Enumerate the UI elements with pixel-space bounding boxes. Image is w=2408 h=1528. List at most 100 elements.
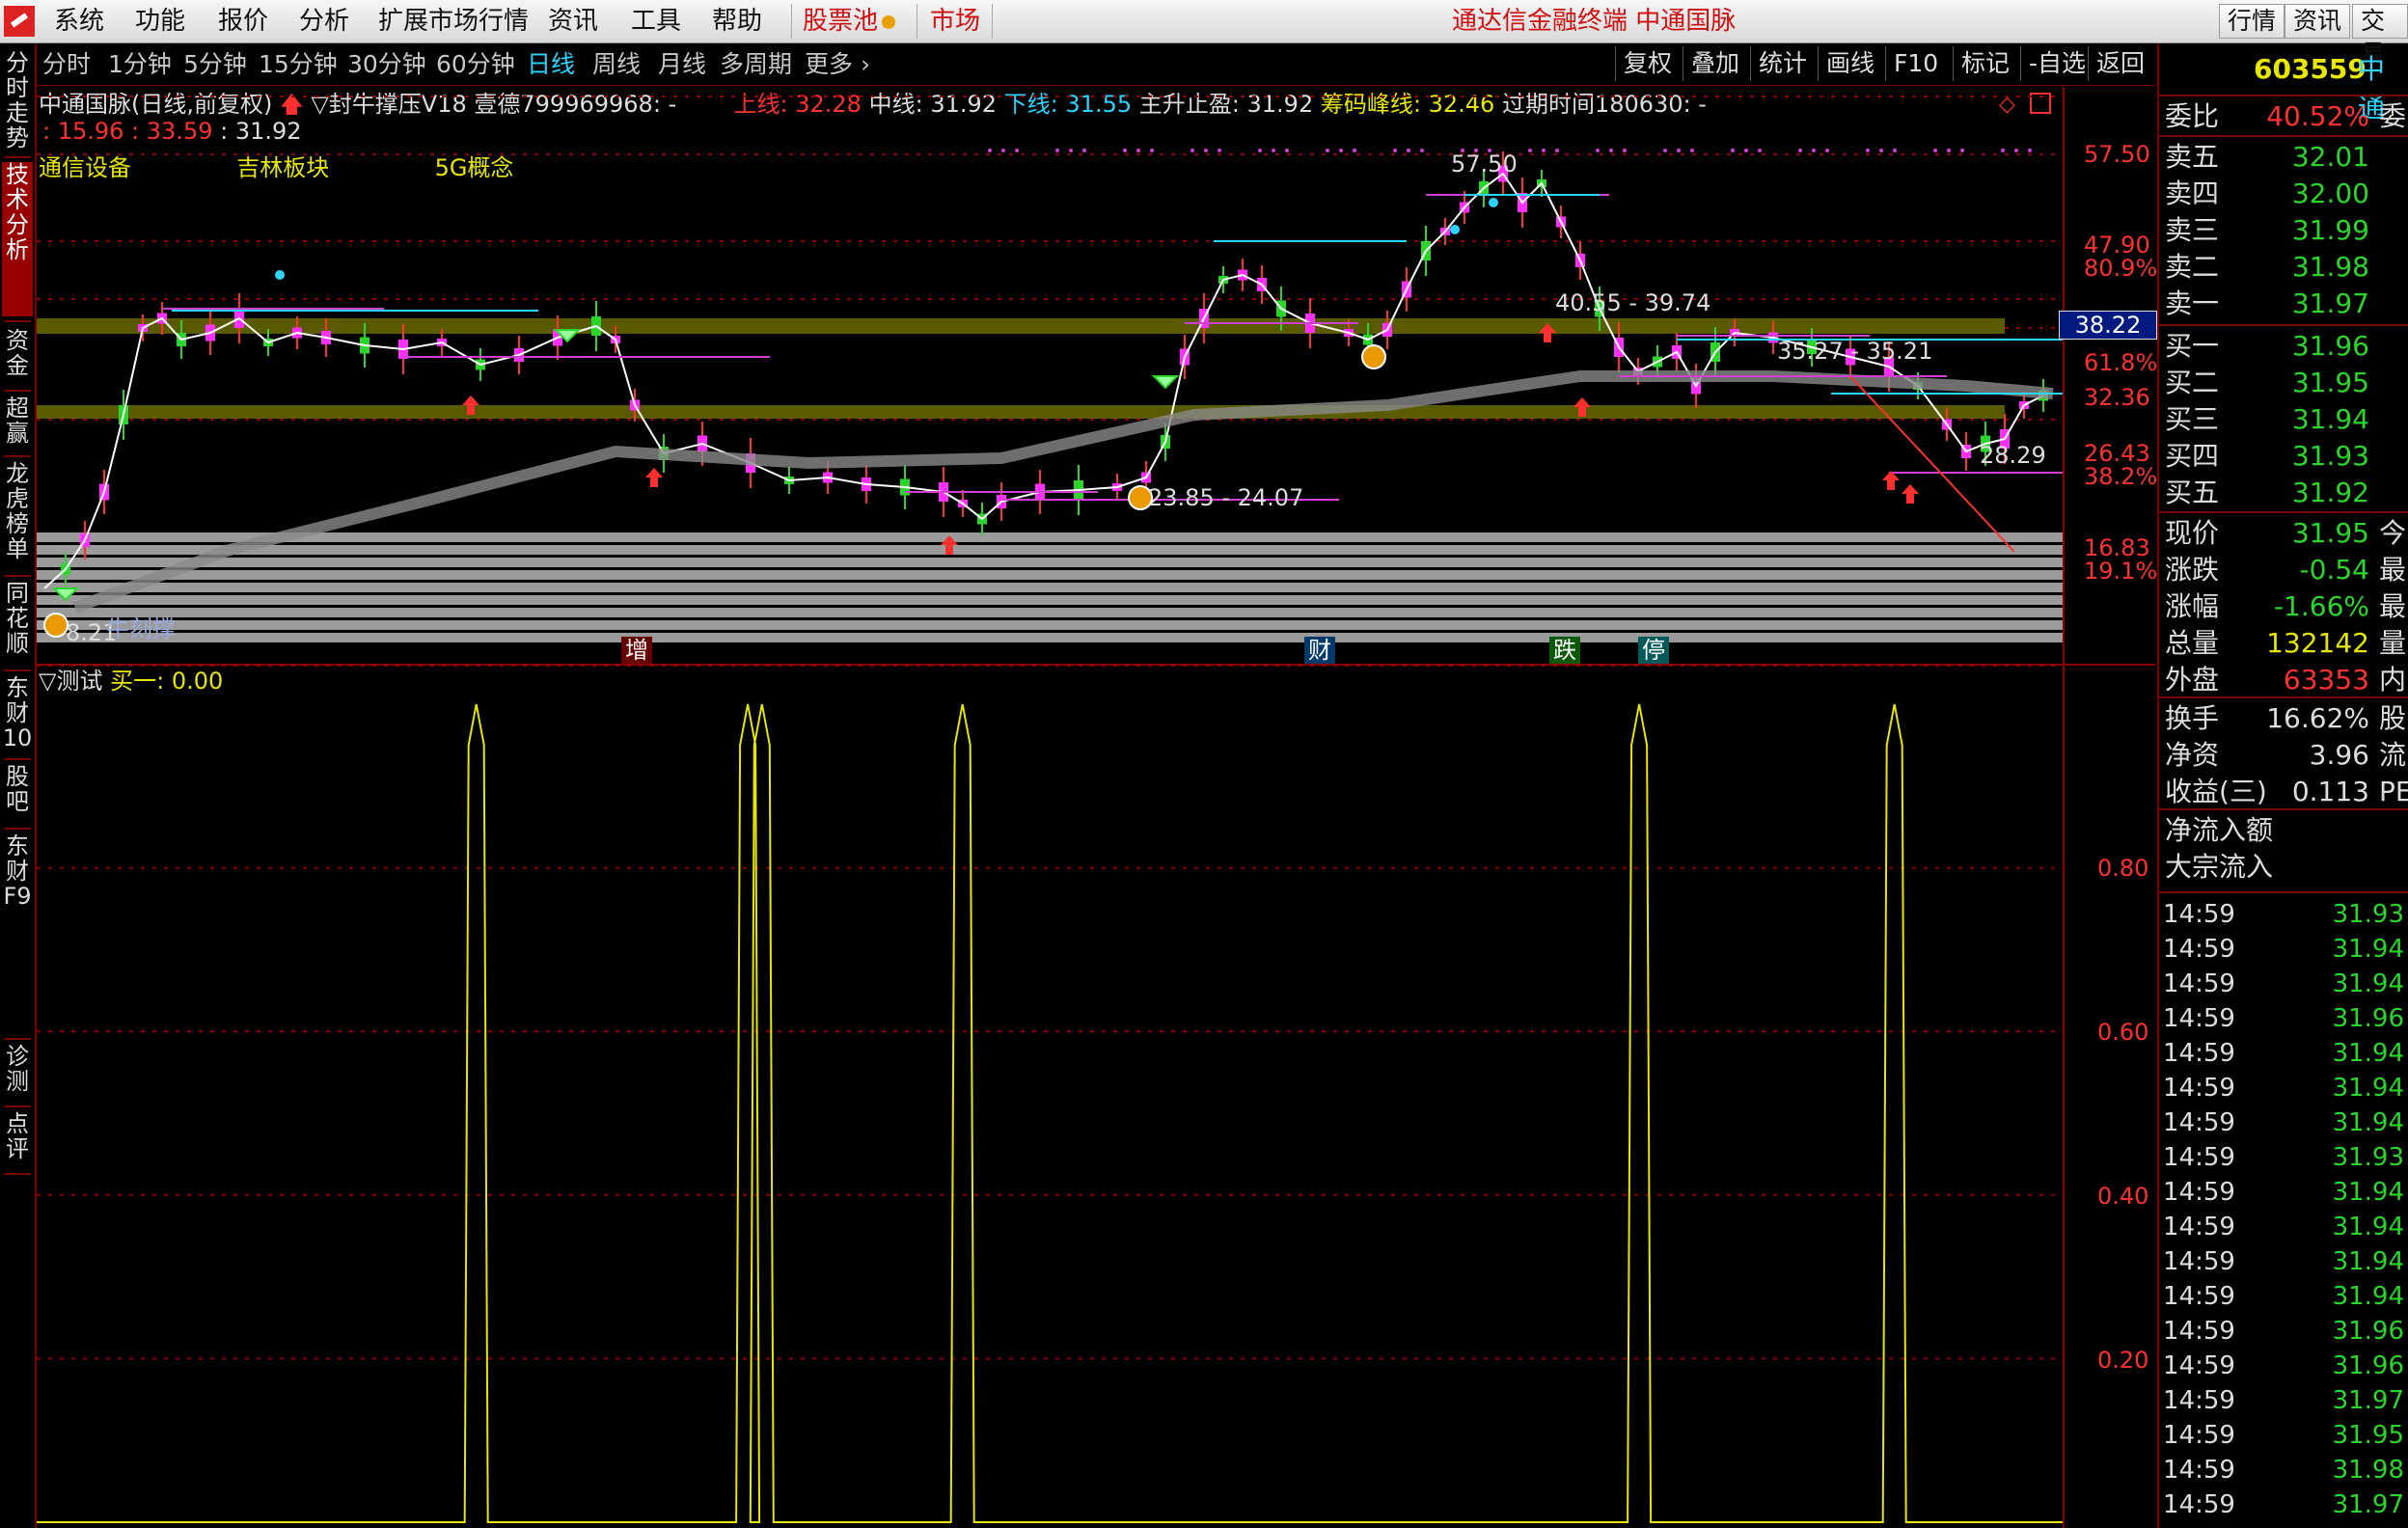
menu-quote[interactable]: 报价 [218,0,268,42]
stat-row-tail: 股 [2379,702,2407,734]
stat-row-label: 涨幅 [2165,590,2220,622]
price-axis-label: 19.1% [2084,558,2158,585]
period-intraday[interactable]: 分时 [42,44,91,85]
button-watchlist[interactable]: -自选 [2020,46,2093,81]
period-5min[interactable]: 5分钟 [183,44,247,85]
button-quotes[interactable]: 行情 [2219,4,2285,39]
bid-row-label: 买一 [2165,330,2220,362]
tab-diagnose[interactable]: 诊测 [2,1044,33,1098]
period-more[interactable]: 更多 › [805,44,870,85]
signal-dot [1663,149,1667,152]
menu-system[interactable]: 系统 [54,0,104,42]
signal-dot [988,149,992,152]
period-more-label: 更多 [805,50,854,78]
price-axis-label: 32.36 [2084,384,2150,411]
button-back[interactable]: 返回 [2088,46,2152,81]
menu-news[interactable]: 资讯 [548,0,598,42]
tab-separator [4,1173,31,1175]
period-multi[interactable]: 多周期 [720,44,792,85]
button-overlay[interactable]: 叠加 [1683,46,1747,81]
button-stats[interactable]: 统计 [1750,46,1815,81]
menu-tools[interactable]: 工具 [631,0,681,42]
ask-row-value: 31.99 [2291,214,2369,246]
period-30min[interactable]: 30分钟 [347,44,426,85]
menu-extended-market[interactable]: 扩展市场行情 [378,0,529,42]
sub-indicator-chart[interactable] [37,666,2155,1528]
tick-row: 14:59 31.96 [2159,1349,2408,1383]
menu-function[interactable]: 功能 [135,0,185,42]
menu-stock-pool[interactable]: 股票池 [803,0,896,42]
button-draw[interactable]: 画线 [1818,46,1882,81]
button-mark[interactable]: 标记 [1953,46,2017,81]
ask-row-value: 31.98 [2291,251,2369,283]
tab-dragon-tiger[interactable]: 龙虎榜单 [2,461,33,561]
panel-divider [2159,808,2408,810]
tick-row: 14:59 31.94 [2159,1279,2408,1314]
block-inflow-label: 大宗流入 [2165,851,2274,883]
period-1min[interactable]: 1分钟 [108,44,172,85]
app-logo-icon [4,6,35,37]
event-tag[interactable]: 财 [1304,637,1335,664]
tick-price: 31.94 [2332,1213,2404,1242]
period-15min[interactable]: 15分钟 [259,44,338,85]
chip-band [37,545,2063,555]
period-daily[interactable]: 日线 [527,44,575,85]
tick-row: 14:59 31.97 [2159,1383,2408,1418]
tab-eastmoney-f9[interactable]: 东财F9 [2,833,33,909]
event-tag[interactable]: 增 [621,637,652,664]
bid-row: 买三 31.94 [2159,401,2408,437]
tab-ths[interactable]: 同花顺 [2,581,33,658]
period-60min[interactable]: 60分钟 [436,44,515,85]
stat-row: 换手 16.62% 股 [2159,700,2408,736]
signal-dot [2014,149,2018,152]
panel-divider [2159,696,2408,698]
tab-guba[interactable]: 股吧 [2,764,33,818]
cyan-diamond-icon [1450,225,1460,234]
stat-row: 总量 132142 量 [2159,625,2408,661]
signal-dot [1123,149,1127,152]
signal-dot [1528,149,1532,152]
stat-row-value: -0.54 [2299,554,2369,586]
period-weekly[interactable]: 周线 [592,44,641,85]
weibi-label: 委比 [2165,100,2220,132]
button-rights[interactable]: 复权 [1615,46,1680,81]
period-monthly[interactable]: 月线 [658,44,706,85]
low-price-label: 28.29 [1980,442,2046,469]
tab-intraday[interactable]: 分时走势 [2,50,33,150]
event-tag[interactable]: 跌 [1549,637,1580,664]
tick-row: 14:59 31.94 [2159,1036,2408,1071]
button-trade[interactable]: 交易 [2352,4,2408,68]
tab-eastmoney-10[interactable]: 东财10 [2,675,33,750]
signal-dot [1812,149,1816,152]
tab-capital[interactable]: 资金 [2,328,33,382]
sub-axis-label: 0.40 [2097,1183,2149,1210]
tick-time: 14:59 [2163,1421,2235,1450]
kline-chart[interactable] [37,87,2155,667]
tab-technical[interactable]: 技术分析 [2,162,33,316]
ask-row-value: 31.97 [2291,287,2369,319]
menu-market[interactable]: 市场 [930,0,980,42]
tab-separator [4,575,31,577]
button-news[interactable]: 资讯 [2285,4,2351,39]
sub-axis-label: 0.80 [2097,855,2149,882]
bid-row-label: 买二 [2165,367,2220,398]
tab-comment[interactable]: 点评 [2,1111,33,1165]
stat-row: 外盘 63353 内 [2159,662,2408,697]
tab-super[interactable]: 超赢 [2,396,33,450]
menu-analysis[interactable]: 分析 [299,0,349,42]
menu-divider [791,4,792,39]
button-f10[interactable]: F10 [1885,46,1946,81]
bid-row-value: 31.92 [2291,477,2369,508]
panel-divider [2159,95,2408,96]
event-tag[interactable]: 停 [1638,637,1669,664]
menu-help[interactable]: 帮助 [712,0,762,42]
tab-separator [4,390,31,392]
up-badge-icon [1361,344,1386,369]
price-axis-label: 57.50 [2084,141,2150,168]
tick-row: 14:59 31.98 [2159,1453,2408,1487]
stat-row-label: 涨跌 [2165,554,2220,586]
tick-price: 31.96 [2332,1317,2404,1346]
bid-row: 买一 31.96 [2159,328,2408,364]
buy-arrow-icon [645,468,663,487]
stat-row: 涨幅 -1.66% 最 [2159,588,2408,624]
